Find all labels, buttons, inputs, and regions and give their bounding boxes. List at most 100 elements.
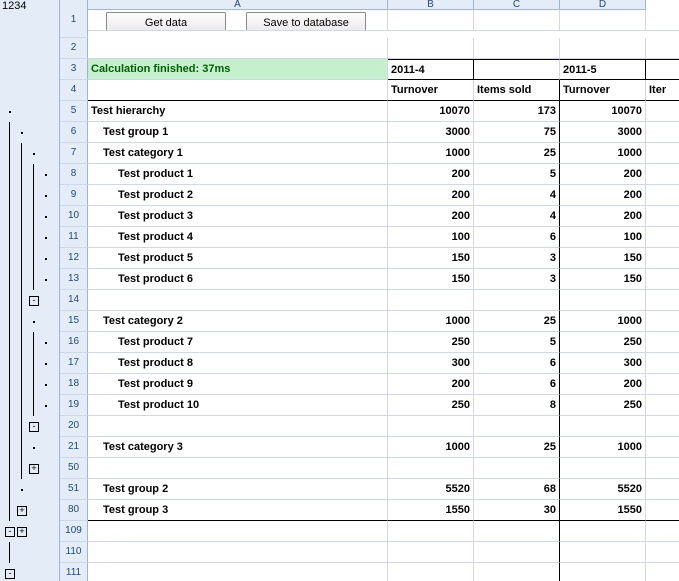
outline-expand-icon[interactable]: + [17, 527, 27, 537]
col-header-b[interactable]: B [388, 0, 474, 10]
cell-label[interactable]: Test product 10 [88, 395, 388, 416]
col-items-2[interactable]: Iter [646, 80, 679, 101]
cell-label[interactable]: Test category 3 [88, 437, 388, 458]
cell-turnover-2[interactable]: 200 [560, 206, 646, 227]
cell-items[interactable]: 6 [474, 353, 560, 374]
cell-items[interactable]: 6 [474, 227, 560, 248]
cell[interactable] [646, 563, 679, 581]
cell-turnover-2[interactable]: 200 [560, 164, 646, 185]
cell-turnover-1[interactable]: 200 [388, 206, 474, 227]
cell[interactable] [646, 521, 679, 542]
outline-collapse-icon[interactable]: - [29, 296, 39, 306]
cell[interactable] [646, 269, 679, 290]
row-header[interactable]: 109 [60, 521, 88, 542]
period-header-1[interactable]: 2011-4 [388, 59, 474, 80]
cell-label[interactable]: Test hierarchy [88, 101, 388, 122]
cell-items[interactable] [474, 542, 560, 563]
cell-items[interactable]: 8 [474, 395, 560, 416]
cell-items[interactable] [474, 458, 560, 479]
row-header[interactable]: 8 [60, 164, 88, 185]
row-header[interactable]: 16 [60, 332, 88, 353]
cell-turnover-1[interactable]: 200 [388, 185, 474, 206]
outline-collapse-icon[interactable]: - [5, 527, 15, 537]
cell-items[interactable]: 25 [474, 437, 560, 458]
cell-items[interactable] [474, 416, 560, 437]
cell[interactable] [646, 353, 679, 374]
cell-items[interactable]: 4 [474, 206, 560, 227]
cell[interactable] [646, 458, 679, 479]
cell-turnover-1[interactable]: 200 [388, 374, 474, 395]
col-turnover-1[interactable]: Turnover [388, 80, 474, 101]
get-data-button[interactable]: Get data [106, 12, 226, 31]
cell-items[interactable]: 25 [474, 143, 560, 164]
cell[interactable] [646, 122, 679, 143]
cell-turnover-1[interactable]: 1550 [388, 500, 474, 521]
cell[interactable] [646, 164, 679, 185]
cell-items[interactable]: 75 [474, 122, 560, 143]
cell[interactable] [560, 10, 646, 31]
row-header[interactable]: 17 [60, 353, 88, 374]
cell-label[interactable]: Test category 1 [88, 143, 388, 164]
cell-turnover-2[interactable] [560, 290, 646, 311]
cell-label[interactable]: Test product 2 [88, 185, 388, 206]
cell-items[interactable]: 30 [474, 500, 560, 521]
row-header[interactable]: 13 [60, 269, 88, 290]
cell-turnover-1[interactable]: 250 [388, 332, 474, 353]
cell-label[interactable]: Test product 6 [88, 269, 388, 290]
cell-items[interactable] [474, 290, 560, 311]
cell[interactable] [646, 290, 679, 311]
cell-turnover-1[interactable] [388, 458, 474, 479]
cell[interactable] [646, 500, 679, 521]
row-header[interactable]: 1 [60, 10, 88, 38]
col-header-c[interactable]: C [474, 0, 560, 10]
row-header[interactable]: 11 [60, 227, 88, 248]
cell[interactable] [474, 59, 560, 80]
row-header[interactable]: 18 [60, 374, 88, 395]
cell-turnover-2[interactable]: 300 [560, 353, 646, 374]
cell[interactable] [646, 332, 679, 353]
cell-turnover-1[interactable] [388, 542, 474, 563]
cell-items[interactable]: 173 [474, 101, 560, 122]
cell-label[interactable] [88, 416, 388, 437]
cell-turnover-2[interactable]: 150 [560, 248, 646, 269]
cell-turnover-1[interactable]: 10070 [388, 101, 474, 122]
save-database-button[interactable]: Save to database [246, 12, 366, 31]
col-header-d[interactable]: D [560, 0, 646, 10]
cell[interactable] [646, 416, 679, 437]
cell-label[interactable]: Test product 1 [88, 164, 388, 185]
row-header[interactable]: 21 [60, 437, 88, 458]
cell-turnover-2[interactable] [560, 416, 646, 437]
cell[interactable] [646, 59, 679, 80]
cell-turnover-1[interactable]: 1000 [388, 311, 474, 332]
cell-turnover-2[interactable]: 150 [560, 269, 646, 290]
cell-turnover-1[interactable] [388, 416, 474, 437]
cell-turnover-2[interactable] [560, 563, 646, 581]
row-header[interactable]: 110 [60, 542, 88, 563]
outline-expand-icon[interactable]: + [29, 464, 39, 474]
cell-items[interactable]: 3 [474, 269, 560, 290]
cell-turnover-1[interactable]: 300 [388, 353, 474, 374]
cell-turnover-2[interactable]: 200 [560, 185, 646, 206]
cell[interactable] [646, 479, 679, 500]
cell[interactable] [646, 311, 679, 332]
cell-items[interactable]: 25 [474, 311, 560, 332]
cell[interactable] [88, 38, 388, 59]
row-header[interactable]: 50 [60, 458, 88, 479]
cell-items[interactable]: 6 [474, 374, 560, 395]
col-items-sold[interactable]: Items sold [474, 80, 560, 101]
cell-turnover-1[interactable]: 100 [388, 227, 474, 248]
outline-level-4[interactable]: 4 [20, 0, 26, 10]
cell-items[interactable]: 5 [474, 164, 560, 185]
cell[interactable] [388, 10, 474, 31]
cell-label[interactable]: Test product 7 [88, 332, 388, 353]
row-header[interactable]: 14 [60, 290, 88, 311]
col-turnover-2[interactable]: Turnover [560, 80, 646, 101]
cell-turnover-1[interactable]: 200 [388, 164, 474, 185]
cell[interactable] [646, 395, 679, 416]
col-header-a[interactable]: A [88, 0, 388, 10]
outline-expand-icon[interactable]: + [17, 506, 27, 516]
cell-turnover-2[interactable]: 200 [560, 374, 646, 395]
cell-label[interactable]: Test group 3 [88, 500, 388, 521]
cell-label[interactable]: Test group 2 [88, 479, 388, 500]
row-header[interactable]: 4 [60, 80, 88, 101]
